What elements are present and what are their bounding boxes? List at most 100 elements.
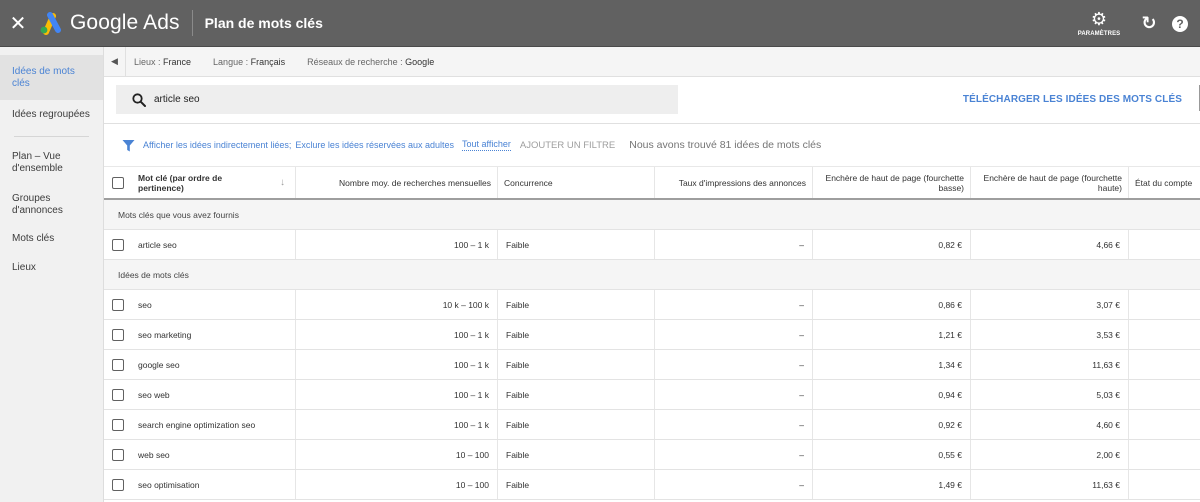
header-account-status[interactable]: État du compte	[1129, 167, 1200, 198]
table-row: google seo 100 – 1 k Faible – 1,34 € 11,…	[104, 350, 1200, 380]
row-checkbox[interactable]	[112, 238, 124, 251]
language-label: Langue :	[213, 56, 251, 67]
keyword-cell: google seo	[104, 350, 296, 379]
result-count: Nous avons trouvé 81 idées de mots clés	[629, 139, 822, 151]
row-checkbox[interactable]	[112, 358, 124, 371]
top-app-bar: ✕ Google Ads Plan de mots clés ⚙ PARAMÈT…	[0, 0, 1200, 47]
account-status-cell	[1129, 440, 1200, 469]
sidebar-divider	[14, 136, 89, 137]
impression-share-cell: –	[655, 440, 813, 469]
sidebar-item-label: Groupes d'annonces	[12, 193, 63, 216]
header-avg-searches[interactable]: Nombre moy. de recherches mensuelles	[296, 167, 498, 198]
filter-icon[interactable]	[122, 139, 135, 152]
avg-searches-cell: 100 – 1 k	[296, 320, 498, 349]
avg-searches-cell: 100 – 1 k	[296, 410, 498, 439]
avg-searches-cell: 10 k – 100 k	[296, 290, 498, 319]
keyword-cell: article seo	[104, 230, 296, 259]
show-all-filters-link[interactable]: Tout afficher	[462, 139, 511, 151]
bid-high-cell: 4,66 €	[971, 230, 1129, 259]
keyword-ideas-table: Mot clé (par ordre de pertinence) ↓ Nomb…	[104, 166, 1200, 500]
row-checkbox[interactable]	[112, 388, 124, 401]
keyword-cell: seo	[104, 290, 296, 319]
row-checkbox[interactable]	[112, 328, 124, 341]
impression-share-cell: –	[655, 320, 813, 349]
competition-cell: Faible	[498, 470, 655, 499]
bid-low-cell: 0,92 €	[813, 410, 971, 439]
bid-low-cell: 1,21 €	[813, 320, 971, 349]
sidebar-item-ad-groups[interactable]: Groupes d'annonces	[0, 185, 103, 225]
sidebar: Idées de mots clés Idées regroupées Plan…	[0, 47, 104, 502]
keyword-cell: seo marketing	[104, 320, 296, 349]
impression-share-cell: –	[655, 470, 813, 499]
table-row: article seo 100 – 1 k Faible – 0,82 € 4,…	[104, 230, 1200, 260]
collapse-sidebar-button[interactable]: ◀	[104, 46, 126, 77]
account-status-cell	[1129, 410, 1200, 439]
table-row: web seo 10 – 100 Faible – 0,55 € 2,00 €	[104, 440, 1200, 470]
network-label: Réseaux de recherche :	[307, 56, 406, 67]
keyword-cell: seo optimisation	[104, 470, 296, 499]
help-icon[interactable]: ?	[1172, 15, 1188, 32]
sidebar-item-label: Mots clés	[12, 233, 55, 244]
header-bid-low[interactable]: Enchère de haut de page (fourchette bass…	[813, 167, 971, 198]
table-row: seo web 100 – 1 k Faible – 0,94 € 5,03 €	[104, 380, 1200, 410]
impression-share-cell: –	[655, 380, 813, 409]
search-value: article seo	[154, 94, 200, 105]
sidebar-item-label: Lieux	[12, 262, 36, 273]
sidebar-item-label: Plan – Vue d'ensemble	[12, 151, 63, 174]
filter-row: Afficher les idées indirectement liées; …	[104, 125, 1200, 165]
account-status-cell	[1129, 470, 1200, 499]
filter-exclude-adult[interactable]: Exclure les idées réservées aux adultes	[295, 140, 454, 150]
row-checkbox[interactable]	[112, 448, 124, 461]
keyword-text: seo optimisation	[138, 479, 200, 490]
row-checkbox[interactable]	[112, 418, 124, 431]
table-row: search engine optimization seo 100 – 1 k…	[104, 410, 1200, 440]
add-filter-button[interactable]: AJOUTER UN FILTRE	[520, 140, 615, 151]
competition-cell: Faible	[498, 410, 655, 439]
avg-searches-cell: 100 – 1 k	[296, 350, 498, 379]
download-keyword-ideas-button[interactable]: TÉLÉCHARGER LES IDÉES DES MOTS CLÉS	[963, 94, 1182, 105]
bid-high-cell: 3,07 €	[971, 290, 1129, 319]
header-bid-high[interactable]: Enchère de haut de page (fourchette haut…	[971, 167, 1129, 198]
bid-high-cell: 11,63 €	[971, 470, 1129, 499]
table-row: seo optimisation 10 – 100 Faible – 1,49 …	[104, 470, 1200, 500]
sidebar-item-label: Idées regroupées	[12, 109, 90, 120]
account-status-cell	[1129, 320, 1200, 349]
filter-indirect-ideas[interactable]: Afficher les idées indirectement liées;	[143, 140, 291, 150]
locations-setting[interactable]: Lieux : France	[134, 57, 191, 67]
language-setting[interactable]: Langue : Français	[213, 57, 285, 67]
account-status-cell	[1129, 230, 1200, 259]
network-setting[interactable]: Réseaux de recherche : Google	[307, 57, 434, 67]
targeting-bar: ◀ Lieux : France Langue : Français Résea…	[104, 46, 1200, 77]
header-competition[interactable]: Concurrence	[498, 167, 655, 198]
keyword-search-input[interactable]: article seo	[116, 85, 678, 114]
locations-label: Lieux :	[134, 56, 164, 67]
sidebar-item-grouped-ideas[interactable]: Idées regroupées	[0, 100, 103, 130]
select-all-checkbox[interactable]	[112, 176, 124, 189]
header-keyword-label: Mot clé (par ordre de pertinence)	[138, 172, 223, 193]
header-impression-share[interactable]: Taux d'impressions des annonces	[655, 167, 813, 198]
bid-high-cell: 11,63 €	[971, 350, 1129, 379]
sort-arrow-down-icon[interactable]: ↓	[280, 177, 285, 188]
row-checkbox[interactable]	[112, 478, 124, 491]
header-keyword[interactable]: Mot clé (par ordre de pertinence) ↓	[104, 167, 296, 198]
group-header-ideas: Idées de mots clés	[104, 260, 1200, 290]
sidebar-item-locations[interactable]: Lieux	[0, 253, 103, 283]
impression-share-cell: –	[655, 410, 813, 439]
avg-searches-cell: 100 – 1 k	[296, 380, 498, 409]
competition-cell: Faible	[498, 380, 655, 409]
competition-cell: Faible	[498, 230, 655, 259]
sidebar-item-keywords[interactable]: Mots clés	[0, 225, 103, 253]
avg-searches-cell: 10 – 100	[296, 440, 498, 469]
impression-share-cell: –	[655, 230, 813, 259]
brand-name: Google Ads	[70, 11, 180, 34]
sidebar-item-keyword-ideas[interactable]: Idées de mots clés	[0, 55, 103, 100]
bid-low-cell: 1,34 €	[813, 350, 971, 379]
bid-low-cell: 0,82 €	[813, 230, 971, 259]
avg-searches-cell: 100 – 1 k	[296, 230, 498, 259]
refresh-icon[interactable]: ↻	[1134, 13, 1164, 34]
settings-button[interactable]: ⚙ PARAMÈTRES	[1074, 10, 1124, 37]
close-icon[interactable]: ✕	[0, 0, 36, 47]
keyword-cell: web seo	[104, 440, 296, 469]
row-checkbox[interactable]	[112, 298, 124, 311]
sidebar-item-plan-overview[interactable]: Plan – Vue d'ensemble	[0, 143, 103, 183]
